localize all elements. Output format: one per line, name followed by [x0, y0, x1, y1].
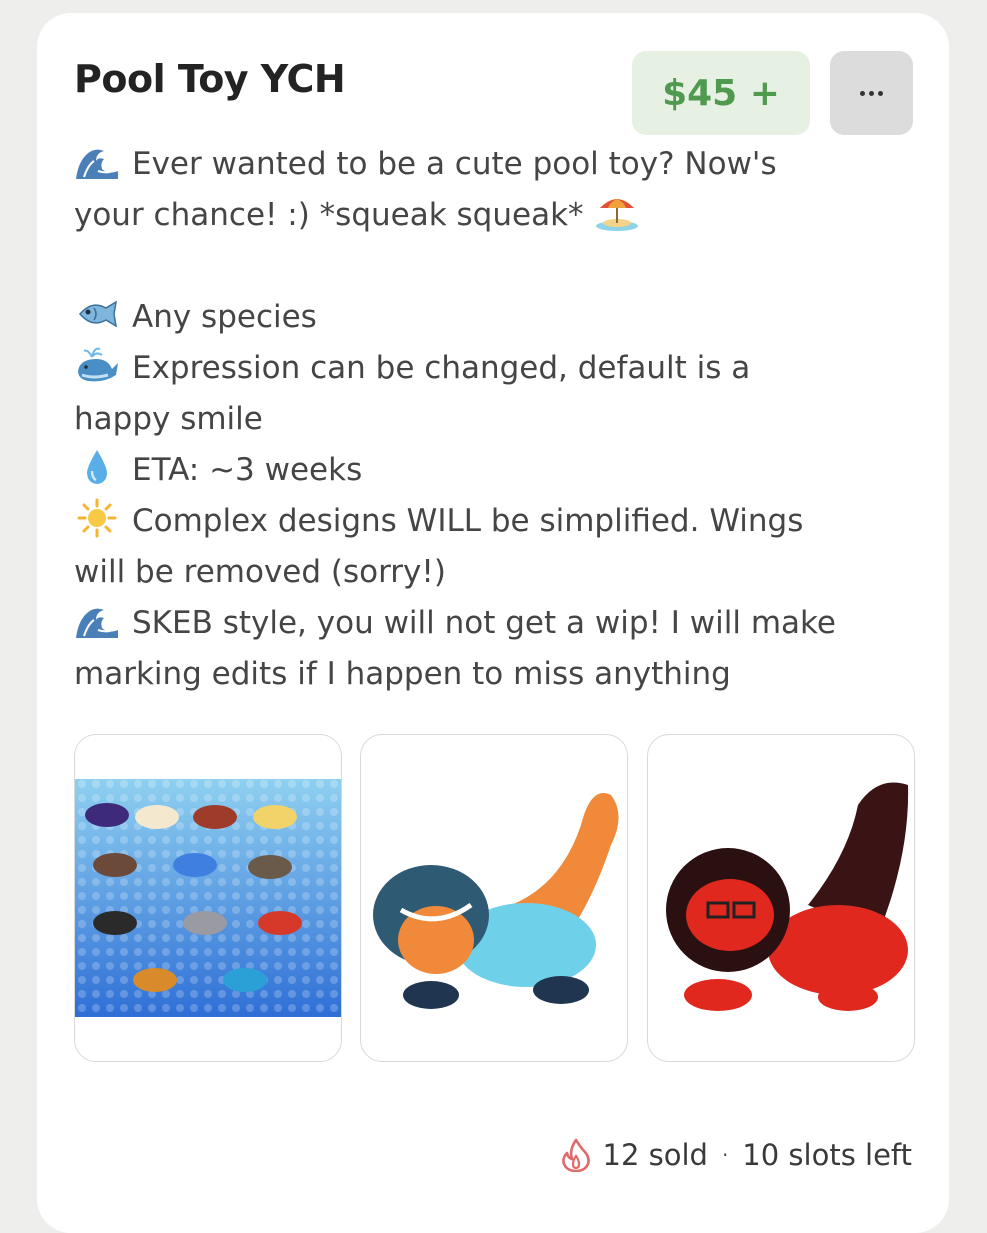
gallery-image-example-sheet[interactable]	[74, 734, 342, 1062]
intro-text-2: your chance! :) *squeak squeak*	[74, 197, 584, 233]
description-line: Expression can be changed, default is a	[74, 343, 919, 394]
eta-text: ETA: ~3 weeks	[132, 452, 363, 488]
description-line: SKEB style, you will not get a wip! I wi…	[74, 598, 919, 649]
description-line: marking edits if I happen to miss anythi…	[74, 649, 919, 700]
blue-dragon-pool-toy-image	[373, 793, 619, 1009]
spouting-whale-icon	[78, 347, 118, 382]
gallery-image-red-creature[interactable]	[647, 734, 915, 1062]
description-line: Complex designs WILL be simplified. Wing…	[74, 496, 919, 547]
example-sheet-image	[75, 779, 341, 1017]
gallery-image-blue-dragon[interactable]	[360, 734, 628, 1062]
beach-umbrella-icon	[595, 199, 638, 231]
description-line: Ever wanted to be a cute pool toy? Now's	[74, 139, 919, 190]
red-creature-pool-toy-image	[666, 782, 909, 1011]
sold-count: 12 sold	[602, 1138, 708, 1172]
wave-icon	[75, 601, 119, 639]
wave-icon	[75, 142, 119, 180]
expression-text-1: Expression can be changed, default is a	[132, 350, 751, 386]
intro-text-1: Ever wanted to be a cute pool toy? Now's	[132, 146, 777, 182]
description-line: will be removed (sorry!)	[74, 547, 919, 598]
price-button[interactable]: $45 +	[632, 51, 810, 135]
image-gallery	[74, 734, 919, 1064]
sales-stats: 12 sold · 10 slots left	[561, 1138, 912, 1172]
complex-text-1: Complex designs WILL be simplified. Wing…	[132, 503, 804, 539]
ellipsis-icon	[860, 90, 883, 96]
species-text: Any species	[132, 299, 317, 335]
more-options-button[interactable]	[830, 51, 913, 135]
skeb-text-2: marking edits if I happen to miss anythi…	[74, 656, 731, 692]
description-line: happy smile	[74, 394, 919, 445]
description-line: your chance! :) *squeak squeak*	[74, 190, 919, 241]
stats-separator: ·	[721, 1143, 729, 1167]
sun-icon	[77, 498, 117, 538]
description-line: Any species	[74, 292, 919, 343]
expression-text-2: happy smile	[74, 401, 263, 437]
slots-left: 10 slots left	[742, 1138, 912, 1172]
skeb-text-1: SKEB style, you will not get a wip! I wi…	[132, 605, 836, 641]
listing-description: Ever wanted to be a cute pool toy? Now's…	[74, 139, 919, 700]
complex-text-2: will be removed (sorry!)	[74, 554, 446, 590]
listing-title: Pool Toy YCH	[74, 57, 346, 101]
fish-icon	[79, 300, 118, 328]
description-line: ETA: ~3 weeks	[74, 445, 919, 496]
droplet-icon	[87, 450, 107, 484]
flame-icon	[561, 1138, 590, 1172]
listing-card: Pool Toy YCH $45 + Ever wanted to be a c…	[37, 13, 949, 1233]
